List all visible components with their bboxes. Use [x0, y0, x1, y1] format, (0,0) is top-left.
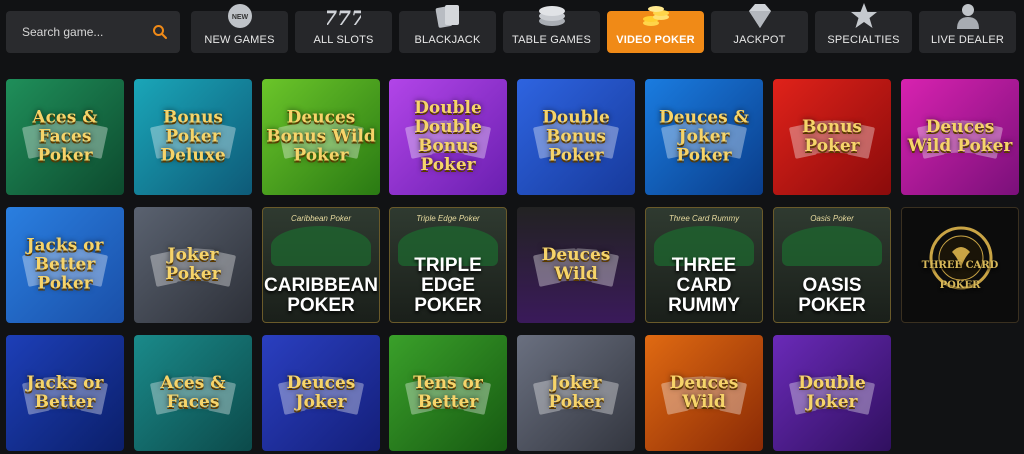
game-title: Joker Poker [165, 245, 221, 284]
category-all-slots[interactable]: 777 ALL SLOTS [295, 6, 392, 53]
svg-text:777: 777 [327, 6, 361, 30]
game-tile[interactable]: Bonus Poker Deluxe [134, 79, 252, 195]
category-jackpot[interactable]: JACKPOT [711, 4, 808, 53]
game-tile[interactable]: Deuces & Joker Poker [645, 79, 763, 195]
category-table-games[interactable]: TABLE GAMES [503, 6, 600, 53]
game-tile[interactable]: Caribbean Poker CARIBBEAN POKER [262, 207, 380, 323]
game-tile[interactable]: Aces & Faces Poker [6, 79, 124, 195]
category-label: SPECIALTIES [827, 34, 900, 46]
game-title: TRIPLE EDGE POKER [414, 255, 482, 316]
game-tile[interactable]: Deuces Wild [517, 207, 635, 323]
star-icon [847, 1, 881, 31]
category-label: TABLE GAMES [511, 34, 592, 46]
game-tile[interactable]: Triple Edge Poker TRIPLE EDGE POKER [389, 207, 507, 323]
game-title: Jacks or Better Poker [26, 235, 104, 294]
category-new-games[interactable]: NEW NEW GAMES [191, 4, 288, 53]
search-input[interactable]: Search game... [6, 11, 180, 53]
game-tile[interactable]: Deuces Wild [645, 335, 763, 451]
game-tile[interactable]: Jacks or Better Poker [6, 207, 124, 323]
category-label: VIDEO POKER [616, 34, 695, 46]
table-felt [271, 226, 371, 266]
game-subtitle: Three Card Rummy [668, 214, 740, 223]
game-title: Joker Poker [548, 373, 604, 412]
game-title: Deuces Wild Poker [907, 117, 1013, 156]
game-tile[interactable]: THREE CARD POKER [901, 207, 1019, 323]
game-title: Double Bonus Poker [542, 107, 610, 166]
sevens-icon: 777 [323, 1, 365, 31]
game-tile[interactable]: Joker Poker [517, 335, 635, 451]
game-title: CARIBBEAN POKER [264, 275, 378, 316]
table-felt [782, 226, 882, 266]
game-title: Aces & Faces [160, 373, 226, 412]
chip-stack-icon [535, 1, 569, 31]
dealer-icon [951, 1, 985, 31]
game-tile[interactable]: Deuces Joker [262, 335, 380, 451]
cards-icon [431, 1, 465, 31]
game-tile[interactable]: Double Double Bonus Poker [389, 79, 507, 195]
game-tile[interactable]: Three Card Rummy THREE CARD RUMMY [645, 207, 763, 323]
game-tile[interactable]: Jacks or Better [6, 335, 124, 451]
game-subtitle: Caribbean Poker [290, 214, 352, 223]
category-label: BLACKJACK [414, 34, 481, 46]
category-bar: Search game... NEW NEW GAMES 777 ALL SLOTS B… [0, 0, 1024, 62]
category-label: ALL SLOTS [313, 34, 374, 46]
game-title: Jacks or Better [26, 373, 104, 412]
diamond-icon [743, 1, 777, 31]
category-blackjack[interactable]: BLACKJACK [399, 5, 496, 53]
game-title: Deuces Wild [669, 373, 739, 412]
search-icon[interactable] [152, 24, 168, 40]
game-title: Tens or Better [413, 373, 483, 412]
category-video-poker[interactable]: VIDEO POKER [607, 6, 704, 53]
game-title: Deuces Joker [286, 373, 356, 412]
game-subtitle: Oasis Poker [810, 214, 854, 223]
new-badge-icon: NEW [223, 1, 257, 31]
game-tile[interactable]: Deuces Bonus Wild Poker [262, 79, 380, 195]
category-label: JACKPOT [733, 34, 786, 46]
category-specialties[interactable]: SPECIALTIES [815, 3, 912, 53]
game-title: Double Double Bonus Poker [414, 98, 482, 175]
game-tile[interactable]: Double Joker [773, 335, 891, 451]
game-tile[interactable]: Deuces Wild Poker [901, 79, 1019, 195]
game-title: Deuces & Joker Poker [659, 107, 749, 166]
game-tile[interactable]: Bonus Poker [773, 79, 891, 195]
game-title: Double Joker [798, 373, 866, 412]
category-label: NEW GAMES [204, 34, 275, 46]
game-tile[interactable]: Double Bonus Poker [517, 79, 635, 195]
category-live-dealer[interactable]: LIVE DEALER [919, 4, 1016, 53]
game-tile[interactable]: Tens or Better [389, 335, 507, 451]
game-title: THREE CARD RUMMY [668, 255, 740, 316]
game-title: Bonus Poker [802, 117, 862, 156]
game-tile[interactable]: Oasis Poker OASIS POKER [773, 207, 891, 323]
category-label: LIVE DEALER [930, 34, 1005, 46]
coins-icon [639, 1, 673, 31]
game-title: Deuces Bonus Wild Poker [266, 107, 376, 166]
svg-text:NEW: NEW [231, 14, 248, 21]
game-title: Aces & Faces Poker [32, 107, 98, 166]
search-placeholder: Search game... [22, 25, 104, 39]
game-title: OASIS POKER [798, 275, 866, 316]
game-tile[interactable]: Aces & Faces [134, 335, 252, 451]
game-title: Bonus Poker Deluxe [160, 107, 226, 166]
game-title: THREE CARD POKER [921, 260, 999, 291]
game-title: Deuces Wild [541, 245, 611, 284]
game-subtitle: Triple Edge Poker [416, 214, 480, 223]
game-tile[interactable]: Joker Poker [134, 207, 252, 323]
